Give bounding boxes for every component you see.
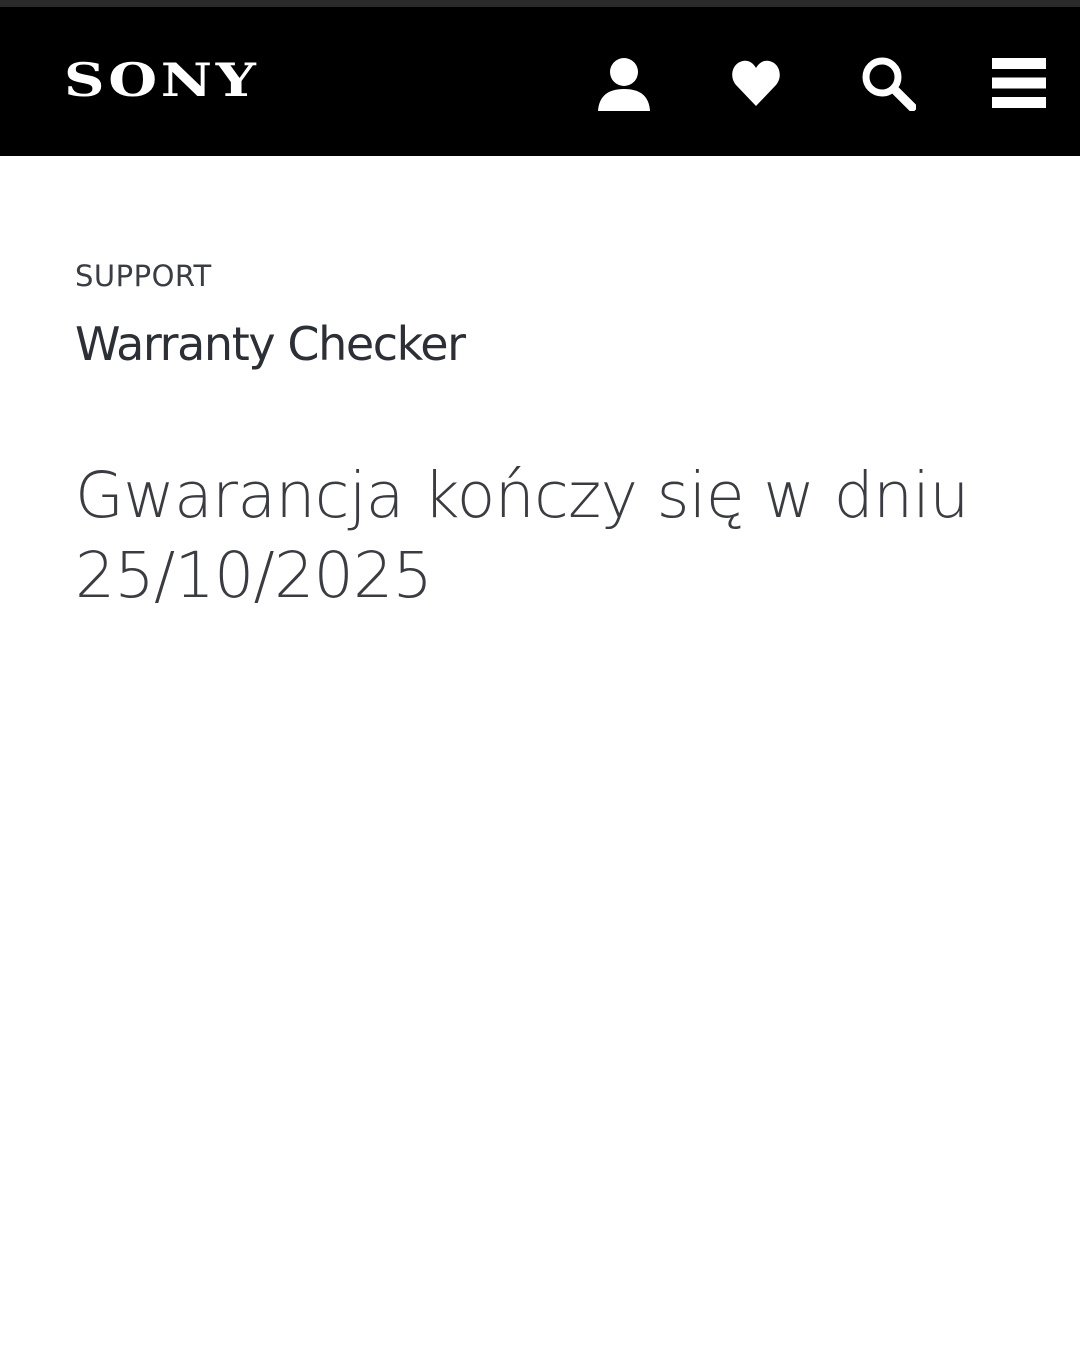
page-title: Warranty Checker bbox=[75, 317, 466, 371]
account-icon[interactable] bbox=[592, 51, 656, 115]
section-eyebrow[interactable]: SUPPORT bbox=[75, 258, 212, 294]
top-border bbox=[0, 0, 1080, 7]
warranty-result: Gwarancja kończy się w dniu 25/10/2025 bbox=[75, 456, 1025, 616]
search-icon[interactable] bbox=[856, 51, 920, 115]
warranty-result-text: Gwarancja kończy się w dniu bbox=[75, 459, 969, 532]
sony-logo[interactable]: SONY bbox=[64, 57, 259, 103]
menu-icon[interactable] bbox=[987, 51, 1051, 115]
warranty-end-date: 25/10/2025 bbox=[75, 539, 433, 612]
heart-icon[interactable] bbox=[724, 51, 788, 115]
site-header: SONY bbox=[0, 7, 1080, 156]
